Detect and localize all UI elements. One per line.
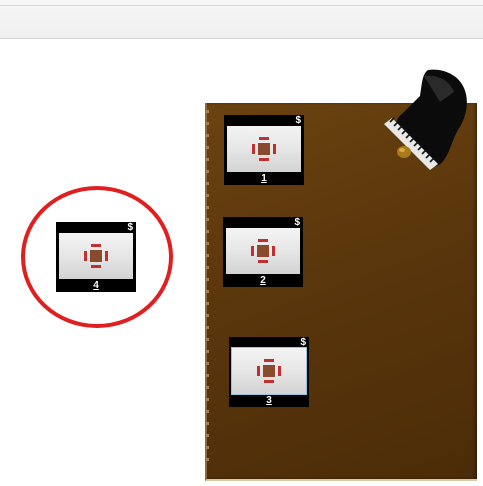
toolbar-divider <box>0 5 483 6</box>
table-with-chairs-icon <box>257 359 281 383</box>
table-number: 3 <box>266 395 272 406</box>
grand-piano-icon <box>384 69 467 170</box>
table-with-chairs-icon <box>251 239 275 263</box>
table-4[interactable]: $ 4 <box>56 222 136 292</box>
table-1[interactable]: $ 1 <box>224 115 304 185</box>
top-toolbar <box>0 0 483 39</box>
table-with-chairs-icon <box>84 244 108 268</box>
cost-indicator: $ <box>294 217 300 228</box>
table-preview <box>231 347 307 395</box>
floor-edge-trim <box>206 110 209 470</box>
table-number: 4 <box>93 280 99 291</box>
table-preview <box>227 126 301 172</box>
cost-indicator: $ <box>300 337 306 348</box>
table-3[interactable]: $ 3 <box>229 337 309 407</box>
table-preview <box>59 233 133 279</box>
table-2[interactable]: $ 2 <box>223 217 303 287</box>
cost-indicator: $ <box>127 222 133 233</box>
table-number: 1 <box>261 173 267 184</box>
cost-indicator: $ <box>295 115 301 126</box>
table-with-chairs-icon <box>252 137 276 161</box>
table-number: 2 <box>260 275 266 286</box>
table-preview <box>226 228 300 274</box>
